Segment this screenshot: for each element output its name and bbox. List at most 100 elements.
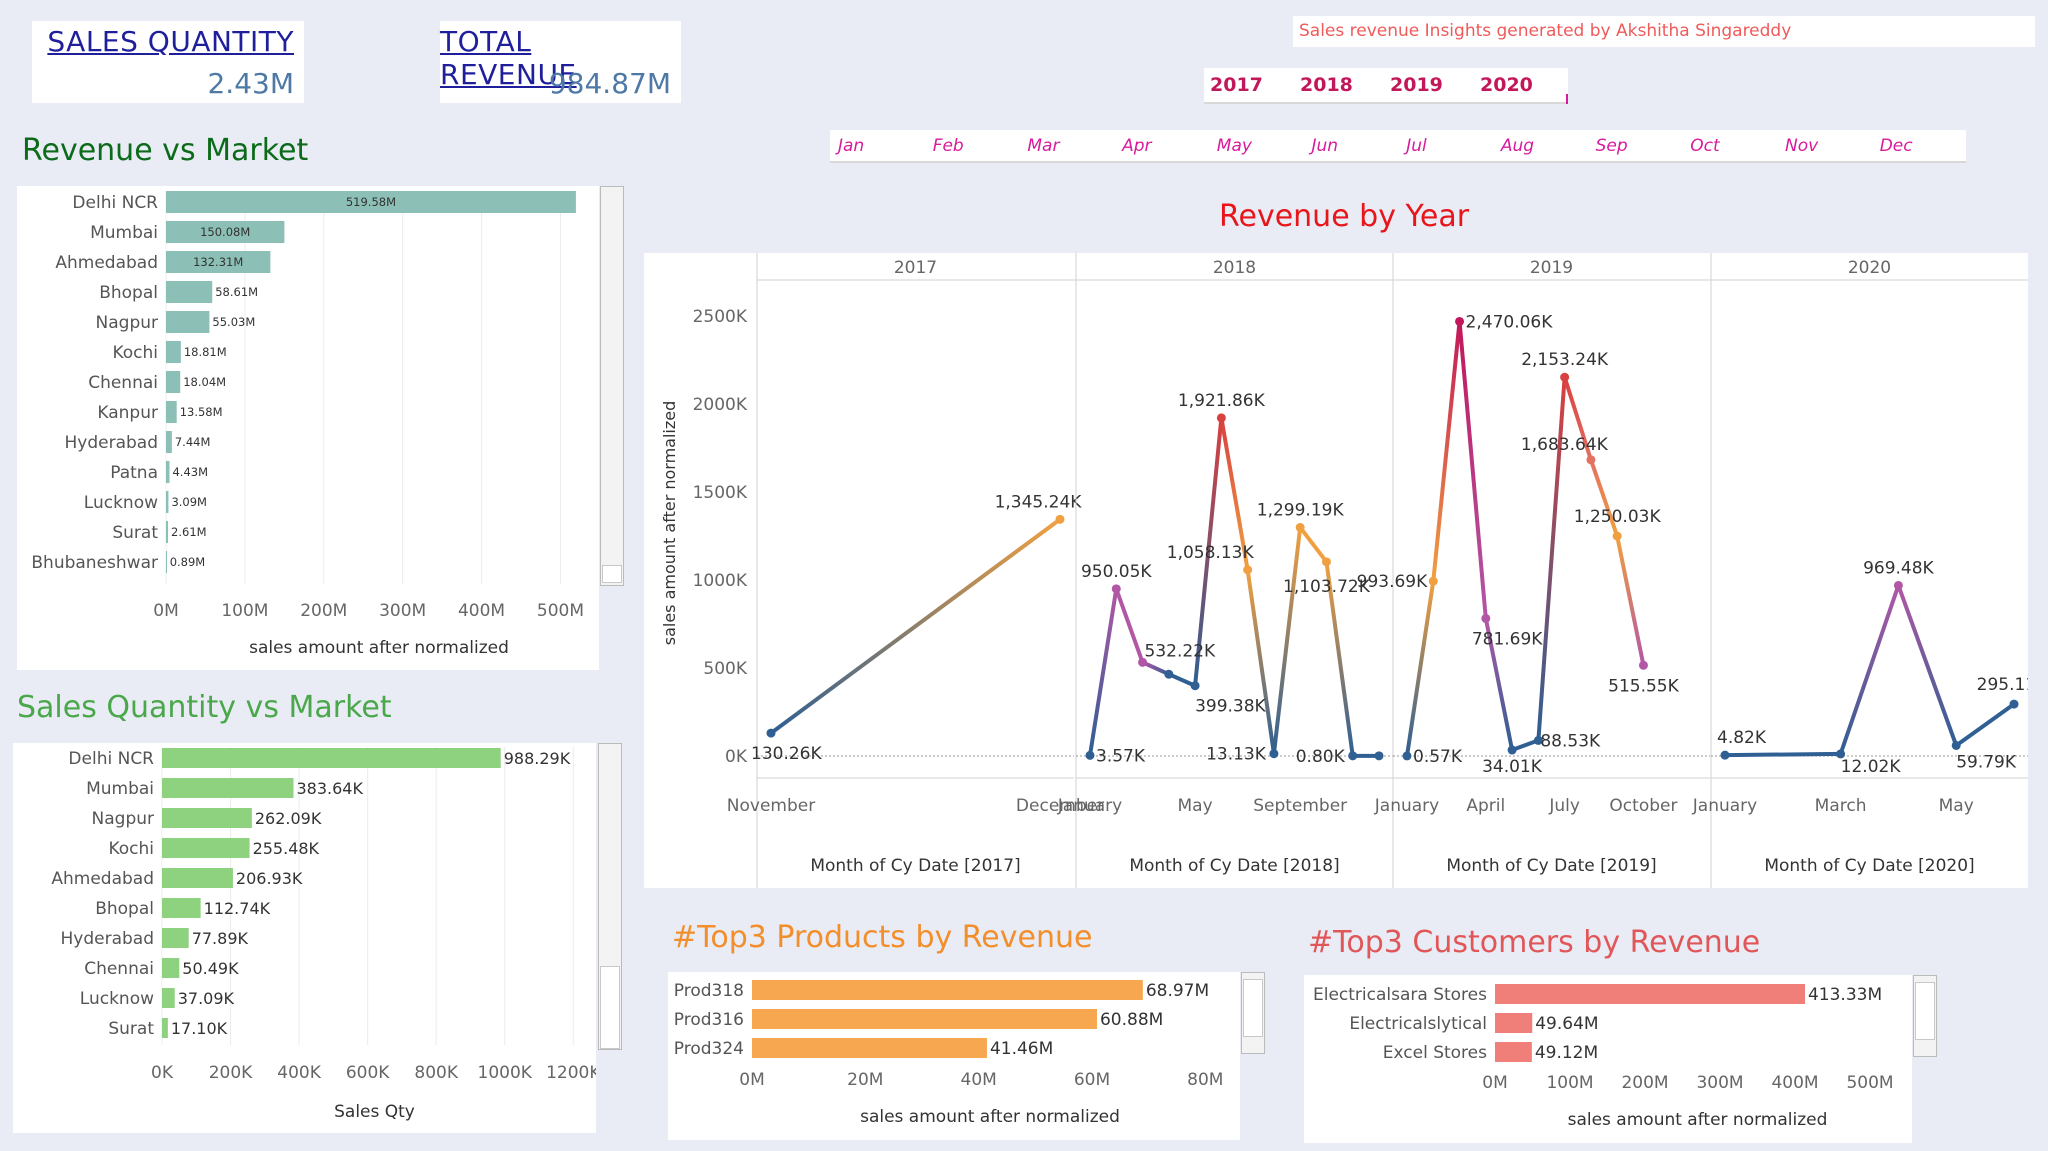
month-filter-dec[interactable]: Dec — [1880, 136, 1913, 156]
sales-quantity-vs-market-title: Sales Quantity vs Market — [17, 690, 392, 725]
rev-year-data-label: 4.82K — [1717, 728, 1767, 748]
top-products-category-label: Prod324 — [674, 1039, 744, 1059]
rev-market-data-label: 3.09M — [171, 495, 207, 509]
rev-year-data-label: 950.05K — [1081, 562, 1152, 582]
month-filter-may[interactable]: May — [1217, 136, 1252, 156]
rev-year-data-label: 2,470.06K — [1466, 312, 1554, 332]
sales-quantity-vs-market-scrollbar[interactable] — [598, 743, 622, 1050]
rev-year-point — [2009, 699, 2019, 709]
top-products-data-label: 60.88M — [1100, 1010, 1163, 1030]
year-filter-2017[interactable]: 2017 — [1210, 74, 1263, 96]
rev-year-x-tick-label: January — [1692, 796, 1757, 816]
rev-year-series-line — [1896, 583, 1959, 748]
rev-year-series-line — [1405, 579, 1436, 758]
rev-year-data-label: 13.13K — [1206, 745, 1267, 765]
rev-year-point — [1507, 745, 1517, 755]
year-filter-2018[interactable]: 2018 — [1300, 74, 1353, 96]
rev-year-x-tick-label: October — [1609, 796, 1677, 816]
rev-market-bar — [166, 311, 210, 333]
rev-year-data-label: 1,683.64K — [1521, 435, 1609, 455]
rev-year-point — [1085, 750, 1095, 760]
sales-quantity-vs-market-scroll-thumb[interactable] — [600, 966, 620, 1049]
rev-year-series-line — [1298, 525, 1329, 564]
qty-market-data-label: 988.29K — [504, 749, 571, 768]
qty-market-data-label: 383.64K — [296, 779, 363, 798]
top3-products-scrollbar[interactable] — [1241, 972, 1265, 1054]
month-filter-mar[interactable]: Mar — [1027, 136, 1059, 156]
top-customers-x-tick-label: 500M — [1846, 1073, 1893, 1093]
rev-market-x-tick-label: 500M — [537, 601, 584, 621]
qty-market-category-label: Delhi NCR — [68, 749, 154, 769]
rev-market-x-tick-label: 300M — [379, 601, 426, 621]
month-filter-aug[interactable]: Aug — [1501, 136, 1534, 156]
kpi-sales-quantity-value: 2.43M — [207, 67, 294, 100]
top-products-x-tick-label: 80M — [1187, 1070, 1223, 1090]
month-filter-nov[interactable]: Nov — [1785, 136, 1818, 156]
rev-year-series-line — [1271, 525, 1303, 756]
rev-year-x-axis-title: Month of Cy Date [2019] — [1446, 856, 1656, 876]
rev-market-bar — [166, 341, 181, 363]
kpi-total-revenue-value: 984.87M — [548, 67, 671, 100]
rev-market-bar — [166, 431, 172, 453]
qty-market-data-label: 17.10K — [171, 1019, 228, 1038]
qty-market-data-label: 206.93K — [236, 869, 303, 888]
rev-year-series-line — [1088, 586, 1119, 758]
top-customers-category-label: Electricalslytical — [1349, 1014, 1487, 1034]
rev-market-category-label: Bhubaneshwar — [31, 553, 158, 573]
month-filter-sep[interactable]: Sep — [1596, 136, 1628, 156]
top-customers-x-tick-label: 100M — [1546, 1073, 1593, 1093]
month-filter-jan[interactable]: Jan — [838, 136, 864, 156]
rev-year-x-axis-title: Month of Cy Date [2017] — [810, 856, 1020, 876]
rev-year-point — [1190, 681, 1200, 691]
rev-market-bar — [166, 401, 177, 423]
rev-year-point — [1374, 751, 1384, 761]
month-filter-jun[interactable]: Jun — [1312, 136, 1339, 156]
rev-year-series-line — [1245, 567, 1276, 756]
month-filter-feb[interactable]: Feb — [933, 136, 964, 156]
rev-market-category-label: Ahmedabad — [55, 253, 158, 273]
rev-year-data-label: 130.26K — [751, 744, 822, 764]
rev-market-bar — [166, 491, 169, 513]
month-filter-jul[interactable]: Jul — [1406, 136, 1427, 156]
top-products-category-label: Prod316 — [674, 1010, 744, 1030]
rev-year-panel-header: 2019 — [1530, 258, 1573, 278]
top-products-x-tick-label: 40M — [961, 1070, 997, 1090]
rev-year-point — [1216, 413, 1226, 423]
rev-year-point — [1164, 669, 1174, 679]
rev-year-data-label: 2,153.24K — [1521, 350, 1609, 370]
rev-year-panel-header: 2017 — [894, 258, 937, 278]
sales-quantity-vs-market-card: 0K 200K 400K 600K 800K 1000K 1200K Delhi NCR 988… — [13, 743, 601, 1133]
top-customers-x-tick-label: 0M — [1482, 1073, 1507, 1093]
rev-year-data-label: 1,299.19K — [1257, 500, 1345, 520]
top-customers-data-label: 49.64M — [1535, 1014, 1598, 1034]
revenue-vs-market-scrollbar[interactable] — [600, 186, 624, 586]
year-filter-2020[interactable]: 2020 — [1480, 74, 1533, 96]
month-filter-apr[interactable]: Apr — [1122, 136, 1151, 156]
qty-market-data-label: 255.48K — [253, 839, 320, 858]
month-filter: Jan Feb Mar Apr May Jun Jul Aug Sep Oct Nov Dec — [830, 130, 1966, 163]
rev-year-panel-header: 2020 — [1848, 258, 1891, 278]
top-customers-data-label: 49.12M — [1535, 1043, 1598, 1063]
rev-market-bar — [166, 461, 170, 483]
rev-market-category-label: Chennai — [88, 373, 158, 393]
rev-year-point — [1055, 514, 1065, 524]
top3-customers-scrollbar[interactable] — [1913, 975, 1937, 1057]
qty-market-bar — [162, 928, 189, 948]
rev-year-data-label: 12.02K — [1841, 757, 1902, 777]
revenue-vs-market-scroll-thumb[interactable] — [602, 565, 622, 583]
rev-market-data-label: 132.31M — [193, 255, 243, 269]
rev-market-category-label: Patna — [110, 463, 158, 483]
month-filter-oct[interactable]: Oct — [1690, 136, 1719, 156]
year-filter-2019[interactable]: 2019 — [1390, 74, 1443, 96]
rev-year-data-label: 993.69K — [1357, 572, 1428, 592]
top-customers-bar — [1495, 1013, 1533, 1033]
rev-year-point — [1612, 531, 1622, 541]
top3-customers-chart: 0M 100M 200M 300M 400M 500M Electricalsara Sto… — [1313, 984, 1894, 1130]
qty-market-x-axis-title: Sales Qty — [334, 1102, 415, 1122]
qty-market-x-tick-label: 400K — [277, 1063, 321, 1083]
qty-market-x-tick-label: 600K — [346, 1063, 390, 1083]
rev-market-data-label: 519.58M — [346, 195, 396, 209]
top3-products-scroll-thumb[interactable] — [1243, 979, 1263, 1037]
qty-market-x-tick-label: 1000K — [478, 1063, 533, 1083]
top3-customers-scroll-thumb[interactable] — [1915, 982, 1935, 1040]
